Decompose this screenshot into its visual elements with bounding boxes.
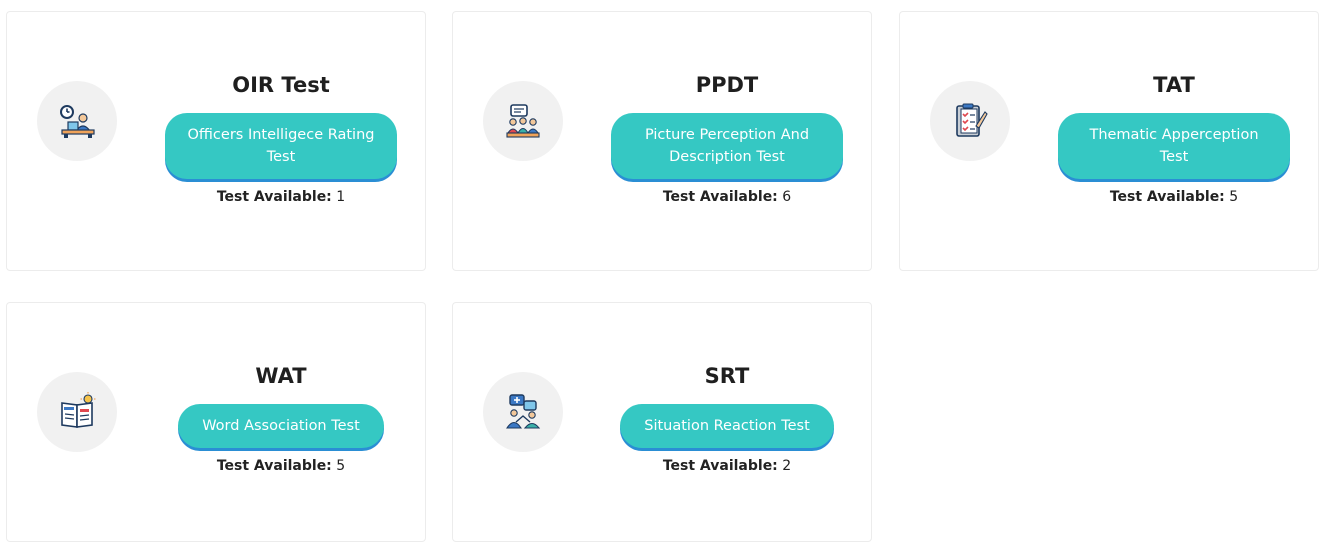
- test-available: Test Available: 5: [165, 457, 397, 475]
- test-available-label: Test Available:: [1109, 189, 1225, 205]
- clipboard-checklist-icon: [930, 81, 1010, 161]
- test-card-oir: OIR Test Officers Intelligece Rating Tes…: [6, 11, 426, 271]
- oir-test-button[interactable]: Officers Intelligece Rating Test: [165, 113, 397, 179]
- test-available-count: 1: [336, 189, 346, 205]
- test-available-label: Test Available:: [216, 458, 332, 474]
- tat-test-button[interactable]: Thematic Apperception Test: [1058, 113, 1290, 179]
- test-available-label: Test Available:: [662, 189, 778, 205]
- card-title: WAT: [255, 364, 307, 388]
- test-available-label: Test Available:: [662, 458, 778, 474]
- people-reaction-icon: [483, 372, 563, 452]
- card-title: TAT: [1153, 73, 1195, 97]
- wat-test-button[interactable]: Word Association Test: [178, 404, 384, 448]
- group-discussion-icon: [483, 81, 563, 161]
- srt-test-button[interactable]: Situation Reaction Test: [620, 404, 834, 448]
- card-title: PPDT: [695, 73, 759, 97]
- test-card-tat: TAT Thematic Apperception Test Test Avai…: [899, 11, 1319, 271]
- test-available: Test Available: 1: [165, 188, 397, 206]
- card-title: OIR Test: [232, 73, 330, 97]
- test-available-count: 2: [782, 458, 792, 474]
- officer-desk-icon: [37, 81, 117, 161]
- test-available-label: Test Available:: [216, 189, 332, 205]
- test-available-count: 6: [782, 189, 792, 205]
- test-card-wat: WAT Word Association Test Test Available…: [6, 302, 426, 542]
- test-available: Test Available: 5: [1058, 188, 1290, 206]
- test-card-srt: SRT Situation Reaction Test Test Availab…: [452, 302, 872, 542]
- test-available-count: 5: [1229, 189, 1239, 205]
- test-available: Test Available: 6: [611, 188, 843, 206]
- test-card-ppdt: PPDT Picture Perception And Description …: [452, 11, 872, 271]
- ppdt-test-button[interactable]: Picture Perception And Description Test: [611, 113, 843, 179]
- test-available-count: 5: [336, 458, 346, 474]
- card-title: SRT: [704, 364, 750, 388]
- test-available: Test Available: 2: [611, 457, 843, 475]
- book-idea-icon: [37, 372, 117, 452]
